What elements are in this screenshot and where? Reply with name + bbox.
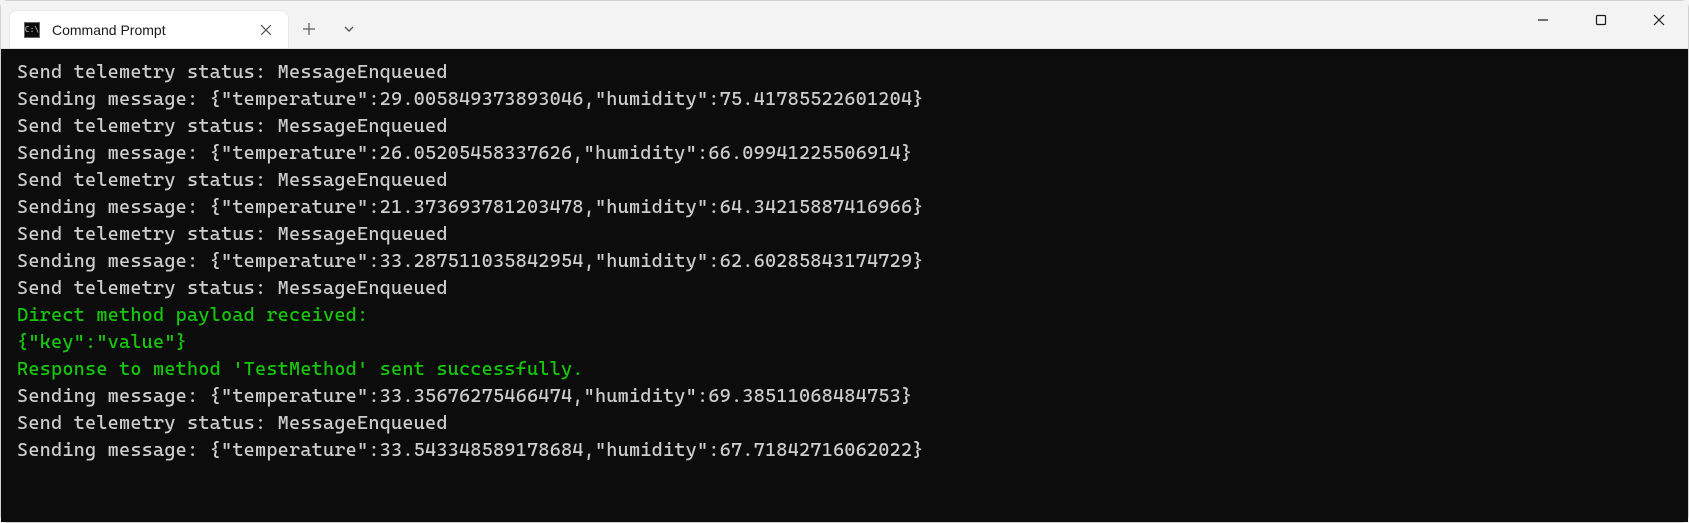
chevron-down-icon [343,23,355,35]
terminal-line: Send telemetry status: MessageEnqueued [17,221,1672,248]
terminal-line: {"key":"value"} [17,329,1672,356]
titlebar: C:\ Command Prompt [1,1,1688,49]
terminal-line: Direct method payload received: [17,302,1672,329]
plus-icon [303,23,315,35]
tab-dropdown-button[interactable] [329,10,369,48]
terminal-output[interactable]: Send telemetry status: MessageEnqueuedSe… [1,49,1688,522]
maximize-button[interactable] [1572,1,1630,39]
minimize-icon [1537,14,1549,26]
close-icon [261,25,271,35]
terminal-line: Sending message: {"temperature":33.54334… [17,437,1672,464]
terminal-line: Sending message: {"temperature":33.35676… [17,383,1672,410]
minimize-button[interactable] [1514,1,1572,39]
tab-title: Command Prompt [52,22,244,38]
terminal-line: Sending message: {"temperature":33.28751… [17,248,1672,275]
close-icon [1653,14,1665,26]
terminal-line: Sending message: {"temperature":21.37369… [17,194,1672,221]
tab-close-button[interactable] [256,20,276,40]
terminal-line: Sending message: {"temperature":26.05205… [17,140,1672,167]
terminal-line: Send telemetry status: MessageEnqueued [17,113,1672,140]
terminal-line: Send telemetry status: MessageEnqueued [17,410,1672,437]
tab-command-prompt[interactable]: C:\ Command Prompt [9,10,289,48]
new-tab-button[interactable] [289,10,329,48]
maximize-icon [1595,14,1607,26]
close-window-button[interactable] [1630,1,1688,39]
tabs-area: C:\ Command Prompt [1,1,369,48]
terminal-line: Send telemetry status: MessageEnqueued [17,59,1672,86]
command-prompt-icon: C:\ [24,22,40,38]
window-controls [1514,1,1688,48]
terminal-line: Send telemetry status: MessageEnqueued [17,275,1672,302]
terminal-line: Send telemetry status: MessageEnqueued [17,167,1672,194]
terminal-line: Sending message: {"temperature":29.00584… [17,86,1672,113]
terminal-line: Response to method 'TestMethod' sent suc… [17,356,1672,383]
